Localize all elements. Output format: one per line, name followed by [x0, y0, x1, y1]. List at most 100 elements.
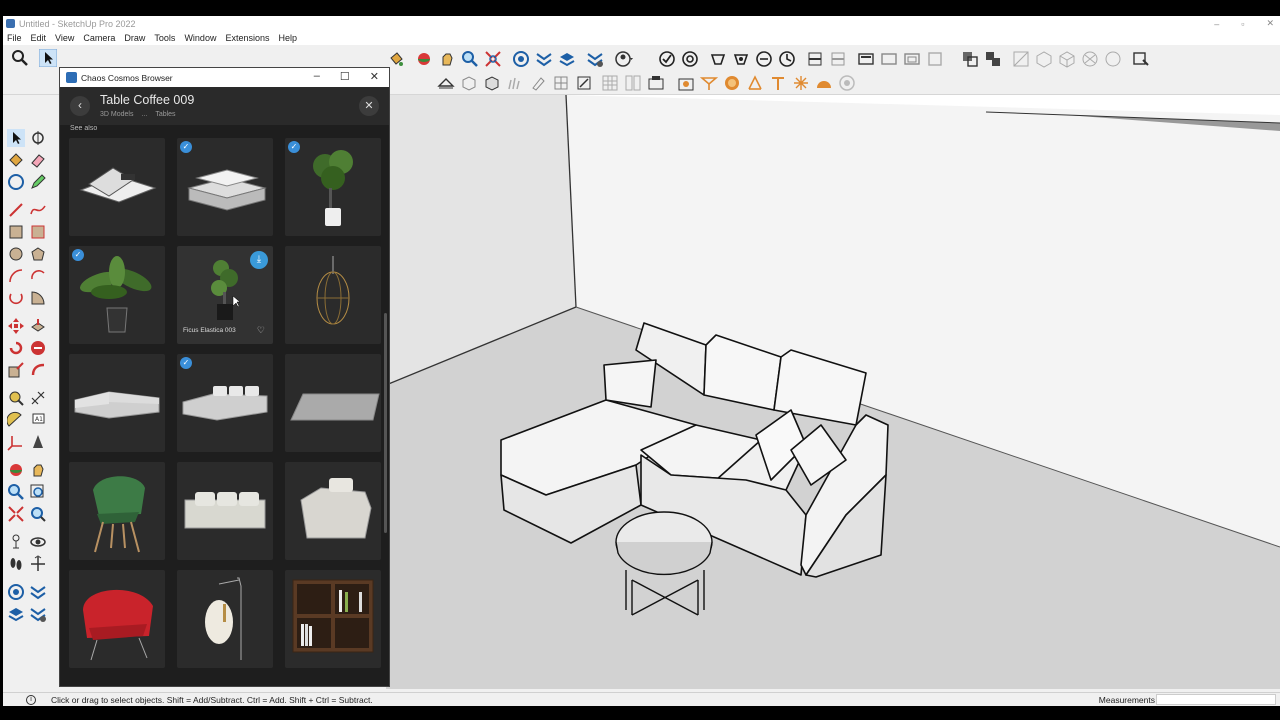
- row2-r-icon[interactable]: [838, 74, 856, 92]
- pan-icon[interactable]: [438, 50, 456, 68]
- measurements-input[interactable]: [1156, 694, 1276, 705]
- vray-left-a-icon[interactable]: [7, 583, 25, 601]
- row2-f-icon[interactable]: [552, 74, 570, 92]
- row2-m-icon[interactable]: [723, 74, 741, 92]
- row2-o-icon[interactable]: [769, 74, 787, 92]
- cosmos-maximize-button[interactable]: ☐: [340, 70, 350, 83]
- favorite-heart-icon[interactable]: ♡: [257, 325, 265, 336]
- row2-j-icon[interactable]: [647, 74, 665, 92]
- minimize-button[interactable]: –: [1214, 19, 1219, 29]
- menu-edit[interactable]: Edit: [31, 33, 47, 43]
- asset-tile[interactable]: [285, 462, 381, 560]
- vray-settings-icon[interactable]: [586, 50, 604, 68]
- polygon-icon[interactable]: [29, 245, 47, 263]
- tool-b-icon[interactable]: [681, 50, 699, 68]
- menu-tools[interactable]: Tools: [154, 33, 175, 43]
- menu-window[interactable]: Window: [184, 33, 216, 43]
- paint-tool-icon[interactable]: [7, 151, 25, 169]
- move-icon[interactable]: [7, 317, 25, 335]
- row2-l-icon[interactable]: [699, 74, 719, 92]
- asset-tile[interactable]: ✓: [285, 138, 381, 236]
- vray-tool-icon[interactable]: [7, 173, 25, 191]
- dimension-icon[interactable]: [29, 389, 47, 407]
- row2-a-icon[interactable]: [437, 74, 455, 92]
- warehouse-icon[interactable]: [1132, 50, 1150, 68]
- asset-tile[interactable]: [69, 570, 165, 668]
- select-tool-icon[interactable]: [7, 129, 25, 147]
- asset-tile[interactable]: ⤓ Ficus Elastica 003 ♡: [177, 246, 273, 344]
- pie-icon[interactable]: [29, 289, 47, 307]
- asset-tile[interactable]: [69, 354, 165, 452]
- asset-tile[interactable]: ✓: [177, 354, 273, 452]
- menu-view[interactable]: View: [55, 33, 74, 43]
- vray-layers-icon[interactable]: [558, 50, 576, 68]
- tool-f-icon[interactable]: [778, 50, 796, 68]
- sandbox-a-icon[interactable]: [1012, 50, 1030, 68]
- menu-extensions[interactable]: Extensions: [225, 33, 269, 43]
- pan-left-icon[interactable]: [29, 461, 47, 479]
- arc3-icon[interactable]: [7, 289, 25, 307]
- row2-d-icon[interactable]: [506, 74, 524, 92]
- row2-c-icon[interactable]: [483, 74, 501, 92]
- menu-file[interactable]: File: [7, 33, 22, 43]
- select-arrow-icon[interactable]: [38, 48, 58, 68]
- tool-d-icon[interactable]: [732, 50, 750, 68]
- 3d-viewport[interactable]: [386, 95, 1280, 689]
- row2-q-icon[interactable]: [815, 74, 833, 92]
- asset-tile[interactable]: [177, 462, 273, 560]
- walk-icon[interactable]: [7, 555, 25, 573]
- row2-b-icon[interactable]: [460, 74, 478, 92]
- row2-g-icon[interactable]: [575, 74, 593, 92]
- position-camera-icon[interactable]: [7, 533, 25, 551]
- text-tool-icon[interactable]: A1: [29, 411, 47, 429]
- row2-i-icon[interactable]: [624, 74, 642, 92]
- asset-tile[interactable]: [285, 246, 381, 344]
- view-front-icon[interactable]: [903, 50, 921, 68]
- asset-tile[interactable]: [285, 570, 381, 668]
- download-icon[interactable]: ⤓: [250, 251, 268, 269]
- arc-icon[interactable]: [7, 267, 25, 285]
- maximize-button[interactable]: ▫: [1241, 19, 1244, 29]
- breadcrumb-tables[interactable]: Tables: [155, 111, 175, 118]
- scale-icon[interactable]: [7, 361, 25, 379]
- tool-a-icon[interactable]: [658, 50, 676, 68]
- arc2-icon[interactable]: [29, 267, 47, 285]
- paint-bucket-icon[interactable]: [387, 50, 405, 68]
- menu-draw[interactable]: Draw: [124, 33, 145, 43]
- tool-c-icon[interactable]: [709, 50, 727, 68]
- asset-tile[interactable]: [285, 354, 381, 452]
- asset-tile[interactable]: ✓: [69, 246, 165, 344]
- section-left-icon[interactable]: [29, 555, 47, 573]
- section-display-icon[interactable]: [829, 50, 847, 68]
- components-icon[interactable]: [961, 50, 979, 68]
- groups-icon[interactable]: [984, 50, 1002, 68]
- axes-icon[interactable]: [7, 433, 25, 451]
- vray-left-c-icon[interactable]: [7, 605, 25, 623]
- sandbox-c-icon[interactable]: [1058, 50, 1076, 68]
- protractor-icon[interactable]: [6, 411, 25, 429]
- 3d-text-icon[interactable]: [29, 433, 47, 451]
- view-iso-icon[interactable]: [857, 50, 875, 68]
- offset-icon[interactable]: [29, 361, 47, 379]
- pencil-icon[interactable]: [29, 173, 47, 191]
- sandbox-e-icon[interactable]: [1104, 50, 1122, 68]
- tape-measure-icon[interactable]: [7, 389, 25, 407]
- sandbox-d-icon[interactable]: [1081, 50, 1099, 68]
- search-icon[interactable]: [11, 49, 29, 67]
- previous-view-icon[interactable]: [29, 505, 47, 523]
- close-detail-button[interactable]: ✕: [359, 96, 379, 116]
- view-right-icon[interactable]: [926, 50, 944, 68]
- vray-interactive-icon[interactable]: [535, 50, 553, 68]
- vray-render-icon[interactable]: [512, 50, 530, 68]
- section-plane-icon[interactable]: [806, 50, 824, 68]
- vray-left-d-icon[interactable]: [29, 605, 47, 623]
- circle-icon[interactable]: [7, 245, 25, 263]
- orbit-left-icon[interactable]: [7, 461, 25, 479]
- menu-help[interactable]: Help: [278, 33, 297, 43]
- zoom-extents-left-icon[interactable]: [7, 505, 25, 523]
- row2-p-icon[interactable]: [792, 74, 810, 92]
- asset-tile[interactable]: [69, 462, 165, 560]
- rotated-rect-icon[interactable]: [29, 223, 47, 241]
- tool-e-icon[interactable]: [755, 50, 773, 68]
- row2-k-icon[interactable]: [677, 74, 695, 92]
